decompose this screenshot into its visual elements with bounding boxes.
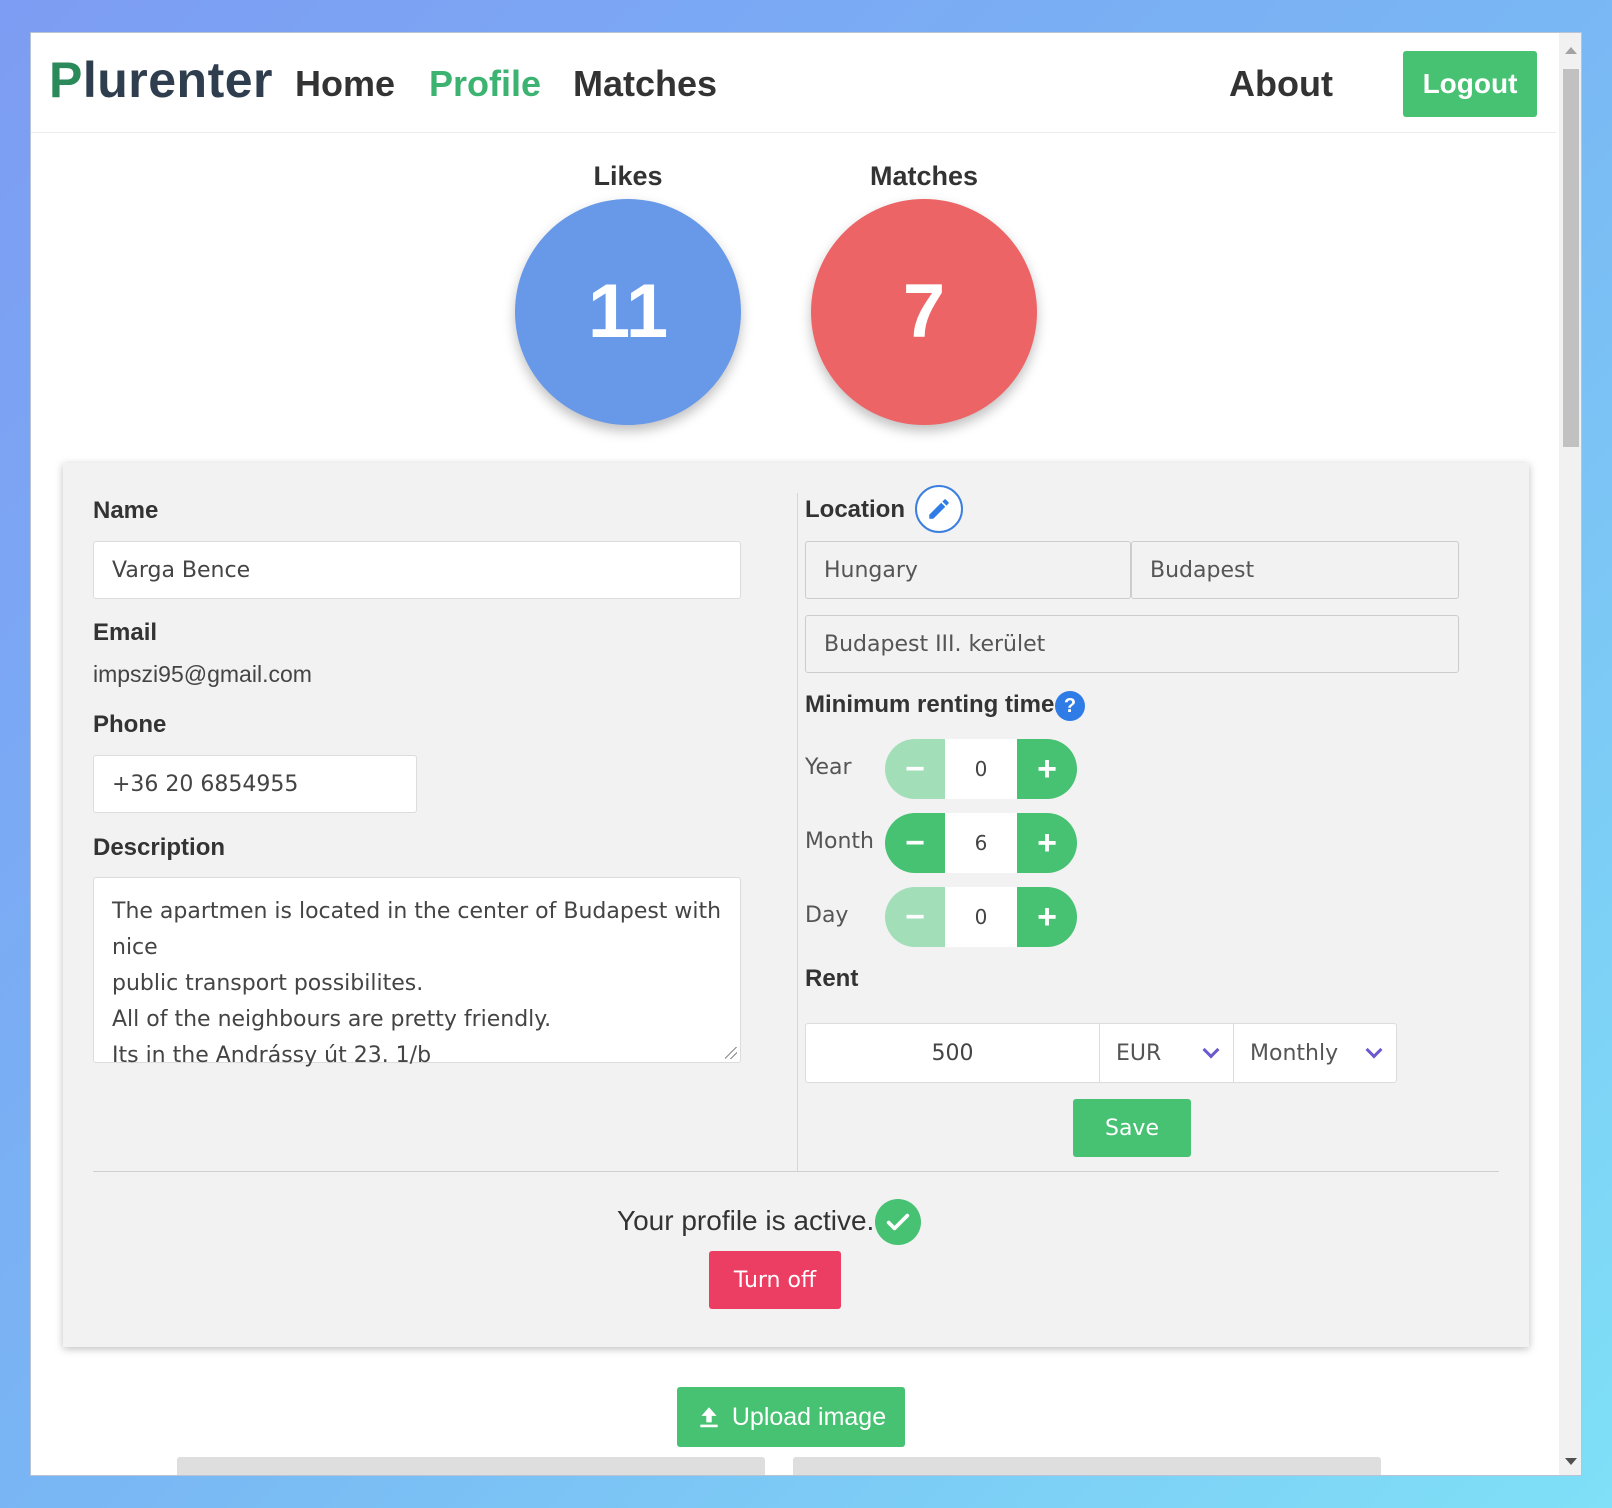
- nav-home[interactable]: Home: [295, 63, 395, 105]
- day-stepper: − 0 +: [885, 887, 1077, 947]
- image-placeholder: [177, 1457, 765, 1475]
- day-label: Day: [805, 903, 849, 928]
- chevron-down-icon: [1365, 1041, 1383, 1059]
- year-value[interactable]: 0: [945, 739, 1017, 799]
- day-increment-button[interactable]: +: [1017, 887, 1077, 947]
- year-stepper: − 0 +: [885, 739, 1077, 799]
- save-button[interactable]: Save: [1073, 1099, 1191, 1157]
- nav-matches[interactable]: Matches: [573, 63, 717, 105]
- phone-input[interactable]: +36 20 6854955: [93, 755, 417, 813]
- month-value[interactable]: 6: [945, 813, 1017, 873]
- year-increment-button[interactable]: +: [1017, 739, 1077, 799]
- chevron-down-icon: [1202, 1041, 1220, 1059]
- question-icon[interactable]: ?: [1055, 691, 1085, 721]
- email-label: Email: [93, 619, 158, 646]
- nav-about[interactable]: About: [1229, 63, 1333, 105]
- month-increment-button[interactable]: +: [1017, 813, 1077, 873]
- likes-counter: 11: [515, 199, 741, 425]
- scrollbar[interactable]: [1559, 33, 1581, 1475]
- phone-label: Phone: [93, 711, 167, 738]
- browser-window: Plurenter Home Profile Matches About Log…: [30, 32, 1582, 1476]
- email-value: impszi95@gmail.com: [93, 661, 312, 687]
- period-select[interactable]: Monthly: [1234, 1024, 1396, 1082]
- upload-icon: [700, 1407, 718, 1428]
- currency-select[interactable]: EUR: [1100, 1024, 1234, 1082]
- likes-label: Likes: [593, 161, 663, 191]
- renting-time-label: Minimum renting time: [805, 691, 1055, 718]
- name-label: Name: [93, 497, 159, 524]
- city-field: Budapest: [1131, 541, 1459, 599]
- month-decrement-button[interactable]: −: [885, 813, 945, 873]
- month-label: Month: [805, 829, 874, 854]
- scroll-up-icon[interactable]: [1565, 47, 1577, 54]
- pencil-glyph: [929, 499, 949, 519]
- description-line: Its in the Andrássy út 23. 1/b: [112, 1043, 432, 1068]
- scroll-thumb[interactable]: [1563, 69, 1579, 447]
- country-field: Hungary: [805, 541, 1131, 599]
- description-line: The apartmen is located in the center of…: [112, 899, 722, 960]
- location-label: Location: [805, 496, 905, 523]
- image-placeholder: [793, 1457, 1381, 1475]
- description-textarea[interactable]: The apartmen is located in the center of…: [93, 877, 741, 1068]
- upload-image-button[interactable]: Upload image: [677, 1387, 905, 1447]
- day-decrement-button[interactable]: −: [885, 887, 945, 947]
- navbar: Plurenter Home Profile Matches About Log…: [31, 33, 1556, 133]
- year-decrement-button[interactable]: −: [885, 739, 945, 799]
- nav-profile[interactable]: Profile: [429, 63, 541, 105]
- brand-logo[interactable]: Plurenter: [49, 51, 273, 109]
- rent-input-group: 500 EUR Monthly: [805, 1023, 1397, 1083]
- column-divider: [797, 493, 798, 1171]
- brand-initial: P: [49, 52, 83, 108]
- upload-label: Upload image: [731, 1402, 887, 1431]
- profile-status-text: Your profile is active.: [617, 1205, 875, 1236]
- description-line: All of the neighbours are pretty friendl…: [112, 1007, 552, 1032]
- profile-card: Name Varga Bence Email impszi95@gmail.co…: [63, 463, 1529, 1347]
- resize-grip-icon[interactable]: [725, 1047, 737, 1059]
- name-input[interactable]: Varga Bence: [93, 541, 741, 599]
- turn-off-button[interactable]: Turn off: [709, 1251, 841, 1309]
- day-value[interactable]: 0: [945, 887, 1017, 947]
- matches-counter: 7: [811, 199, 1037, 425]
- description-line: public transport possibilites.: [112, 971, 424, 996]
- month-stepper: − 6 +: [885, 813, 1077, 873]
- pencil-icon[interactable]: [915, 485, 963, 533]
- check-circle-icon: [875, 1199, 921, 1245]
- rent-amount-input[interactable]: 500: [806, 1024, 1100, 1082]
- year-label: Year: [805, 755, 852, 780]
- check-glyph: [886, 1213, 910, 1231]
- currency-value: EUR: [1116, 1040, 1162, 1066]
- description-label: Description: [93, 834, 226, 861]
- period-value: Monthly: [1250, 1040, 1339, 1066]
- matches-label: Matches: [869, 161, 979, 191]
- district-field: Budapest III. kerület: [805, 615, 1459, 673]
- rent-label: Rent: [805, 965, 859, 992]
- section-divider: [93, 1171, 1499, 1172]
- logout-button[interactable]: Logout: [1403, 51, 1537, 117]
- scroll-down-icon[interactable]: [1565, 1458, 1577, 1465]
- brand-rest: lurenter: [82, 52, 274, 108]
